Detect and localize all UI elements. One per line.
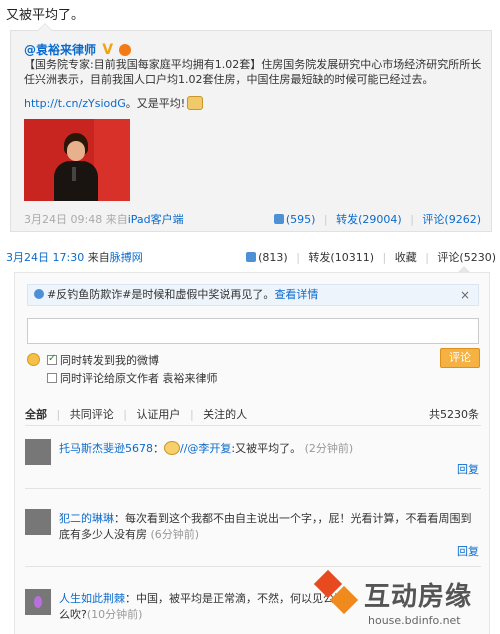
post-actions: (813) | 转发(10311) | 收藏 | 评论(5230) bbox=[246, 249, 496, 265]
original-repost-link[interactable]: 转发(29004) bbox=[336, 213, 402, 226]
comment-filters: 全部 | 共同评论 | 认证用户 | 关注的人 bbox=[25, 408, 248, 421]
original-link-line: http://t.cn/zYsiodG。又是平均! bbox=[24, 95, 204, 111]
microphone-icon bbox=[72, 167, 76, 181]
avatar[interactable] bbox=[25, 589, 51, 615]
close-icon[interactable]: × bbox=[460, 285, 470, 305]
option-repost[interactable]: 同时转发到我的微博 bbox=[47, 352, 159, 368]
original-like-count[interactable]: (595) bbox=[286, 213, 316, 226]
watermark-title: 互动房缘 bbox=[364, 582, 473, 612]
comment-original-checkbox[interactable] bbox=[47, 373, 57, 383]
watermark-logo-icon bbox=[313, 569, 359, 615]
emoticon-icon bbox=[164, 441, 180, 455]
submit-comment-button[interactable]: 评论 bbox=[440, 348, 480, 368]
comment-user[interactable]: 人生如此荆棘 bbox=[59, 592, 125, 605]
comment-text: 犯二的琳琳：每次看到这个我都不由自主说出一个字，，屁！光看计算，不看看周围到底有… bbox=[59, 512, 472, 541]
filter-verified[interactable]: 认证用户 bbox=[136, 408, 180, 421]
post-source-link[interactable]: 脉搏网 bbox=[110, 251, 143, 264]
photo-background-glow bbox=[94, 119, 130, 201]
daren-badge-icon[interactable] bbox=[119, 44, 132, 56]
avatar[interactable] bbox=[25, 509, 51, 535]
like-icon[interactable] bbox=[246, 252, 257, 262]
comment-user[interactable]: 托马斯杰斐逊5678 bbox=[59, 442, 153, 455]
info-icon bbox=[34, 289, 44, 299]
notice-bar: #反钓鱼防欺诈#是时候和虚假中奖说再见了。查看详情 × bbox=[27, 284, 479, 306]
like-count[interactable]: (813) bbox=[258, 251, 288, 264]
post-text: 又被平均了。 bbox=[6, 8, 85, 23]
comment-user[interactable]: 犯二的琳琳 bbox=[59, 512, 114, 525]
link-suffix-text: 。又是平均! bbox=[125, 97, 186, 110]
post-meta: 3月24日 17:30 来自脉搏网 bbox=[6, 251, 143, 264]
comment-input[interactable] bbox=[27, 318, 479, 344]
original-time[interactable]: 3月24日 09:48 bbox=[24, 213, 102, 226]
original-meta: 3月24日 09:48 来自iPad客户端 bbox=[24, 213, 184, 226]
divider bbox=[25, 488, 481, 489]
original-post-photo[interactable] bbox=[24, 119, 130, 201]
like-icon[interactable] bbox=[273, 214, 284, 224]
repost-button[interactable]: 转发(10311) bbox=[308, 251, 374, 264]
avatar[interactable] bbox=[25, 439, 51, 465]
short-url-link[interactable]: http://t.cn/zYsiodG bbox=[24, 97, 126, 110]
filter-mutual[interactable]: 共同评论 bbox=[70, 408, 114, 421]
photo-person bbox=[54, 133, 98, 201]
comment-item: 托马斯杰斐逊5678：//@李开复:又被平均了。 (2分钟前) 回复 bbox=[25, 439, 481, 481]
notice-details-link[interactable]: 查看详情 bbox=[274, 288, 318, 301]
panel-caret bbox=[457, 266, 471, 273]
watermark-url: house.bdinfo.net bbox=[368, 614, 461, 627]
original-author-line: @袁裕来律师 V bbox=[24, 41, 132, 58]
divider bbox=[25, 425, 481, 426]
filter-all[interactable]: 全部 bbox=[25, 408, 47, 421]
comment-item: 犯二的琳琳：每次看到这个我都不由自主说出一个字，，屁！光看计算，不看看周围到底有… bbox=[25, 509, 481, 559]
original-author-link[interactable]: @袁裕来律师 bbox=[24, 43, 96, 57]
emoji-picker-icon[interactable] bbox=[27, 353, 40, 366]
original-comment-link[interactable]: 评论(9262) bbox=[422, 213, 481, 226]
box-caret bbox=[37, 23, 53, 31]
original-actions: (595) | 转发(29004) | 评论(9262) bbox=[273, 211, 481, 227]
favorite-button[interactable]: 收藏 bbox=[395, 251, 417, 264]
original-post-text: 【国务院专家:目前我国每家庭平均拥有1.02套】住房国务院发展研究中心市场经济研… bbox=[24, 58, 482, 86]
thumb-down-emoji-icon bbox=[187, 96, 204, 110]
notice-text: #反钓鱼防欺诈#是时候和虚假中奖说再见了。 bbox=[47, 288, 275, 301]
reply-link[interactable]: 回复 bbox=[457, 461, 479, 477]
comment-mention[interactable]: //@李开复 bbox=[180, 442, 231, 455]
original-post-box: @袁裕来律师 V 【国务院专家:目前我国每家庭平均拥有1.02套】住房国务院发展… bbox=[10, 23, 492, 232]
reply-link[interactable]: 回复 bbox=[457, 543, 479, 559]
divider bbox=[25, 566, 481, 567]
comment-text: 托马斯杰斐逊5678：//@李开复:又被平均了。 (2分钟前) bbox=[59, 441, 354, 455]
vip-badge-icon[interactable]: V bbox=[102, 42, 113, 58]
original-source-link[interactable]: iPad客户端 bbox=[128, 213, 184, 226]
option-comment-original[interactable]: 同时评论给原文作者 袁裕来律师 bbox=[47, 370, 218, 386]
post-time[interactable]: 3月24日 17:30 bbox=[6, 251, 84, 264]
comment-total: 共5230条 bbox=[429, 408, 479, 421]
comment-button[interactable]: 评论(5230) bbox=[437, 251, 496, 264]
filter-following[interactable]: 关注的人 bbox=[203, 408, 247, 421]
watermark-logo: 互动房缘 house.bdinfo.net bbox=[313, 568, 500, 634]
repost-checkbox[interactable] bbox=[47, 353, 57, 365]
